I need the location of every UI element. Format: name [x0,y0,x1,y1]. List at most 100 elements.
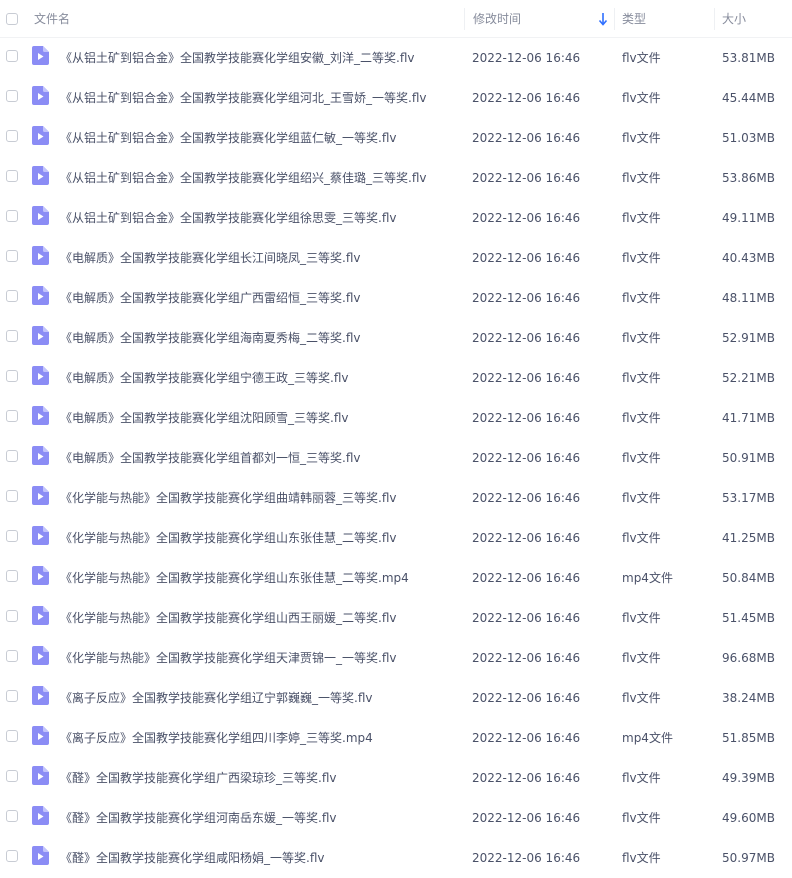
file-modified-time: 2022-12-06 16:46 [472,451,581,465]
file-name[interactable]: 《从铝土矿到铝合金》全国教学技能赛化学组安徽_刘洋_二等奖.flv [60,38,462,78]
file-size: 40.43MB [722,251,775,265]
file-row[interactable]: 《化学能与热能》全国教学技能赛化学组曲靖韩丽蓉_三等奖.flv 2022-12-0… [0,478,792,518]
video-file-icon [32,166,49,185]
file-row[interactable]: 《化学能与热能》全国教学技能赛化学组天津贾锦一_一等奖.flv 2022-12-0… [0,638,792,678]
video-file-icon [32,46,49,65]
file-name[interactable]: 《化学能与热能》全国教学技能赛化学组山东张佳慧_二等奖.flv [60,518,462,558]
column-header-type[interactable]: 类型 [614,0,714,37]
file-type: flv文件 [622,131,661,145]
file-name[interactable]: 《醛》全国教学技能赛化学组咸阳杨娟_一等奖.flv [60,838,462,878]
file-size: 51.03MB [722,131,775,145]
column-header-size[interactable]: 大小 [714,0,792,37]
row-checkbox[interactable] [6,330,18,342]
file-row[interactable]: 《醛》全国教学技能赛化学组广西梁琼珍_三等奖.flv 2022-12-06 16:… [0,758,792,798]
file-row[interactable]: 《从铝土矿到铝合金》全国教学技能赛化学组河北_王雪娇_一等奖.flv 2022-1… [0,78,792,118]
row-checkbox[interactable] [6,170,18,182]
file-row[interactable]: 《化学能与热能》全国教学技能赛化学组山西王丽媛_二等奖.flv 2022-12-0… [0,598,792,638]
file-name[interactable]: 《从铝土矿到铝合金》全国教学技能赛化学组河北_王雪娇_一等奖.flv [60,78,462,118]
file-row[interactable]: 《电解质》全国教学技能赛化学组首都刘一恒_三等奖.flv 2022-12-06 1… [0,438,792,478]
file-name[interactable]: 《电解质》全国教学技能赛化学组宁德王政_三等奖.flv [60,358,462,398]
row-checkbox[interactable] [6,130,18,142]
file-name[interactable]: 《电解质》全国教学技能赛化学组长江间晓凤_三等奖.flv [60,238,462,278]
video-file-icon [32,486,49,505]
file-name[interactable]: 《醛》全国教学技能赛化学组广西梁琼珍_三等奖.flv [60,758,462,798]
file-type: flv文件 [622,411,661,425]
file-name[interactable]: 《化学能与热能》全国教学技能赛化学组曲靖韩丽蓉_三等奖.flv [60,478,462,518]
video-file-icon [32,326,49,345]
file-modified-time: 2022-12-06 16:46 [472,371,581,385]
file-name[interactable]: 《化学能与热能》全国教学技能赛化学组天津贾锦一_一等奖.flv [60,638,462,678]
video-file-icon [32,366,49,385]
file-row[interactable]: 《离子反应》全国教学技能赛化学组辽宁郭巍巍_一等奖.flv 2022-12-06 … [0,678,792,718]
file-name[interactable]: 《电解质》全国教学技能赛化学组广西雷绍恒_三等奖.flv [60,278,462,318]
row-checkbox[interactable] [6,570,18,582]
column-header-modified-time[interactable]: 修改时间 [464,0,614,37]
file-name[interactable]: 《从铝土矿到铝合金》全国教学技能赛化学组绍兴_蔡佳璐_三等奖.flv [60,158,462,198]
file-row[interactable]: 《醛》全国教学技能赛化学组河南岳东媛_一等奖.flv 2022-12-06 16:… [0,798,792,838]
file-name[interactable]: 《电解质》全国教学技能赛化学组首都刘一恒_三等奖.flv [60,438,462,478]
row-checkbox[interactable] [6,250,18,262]
file-modified-time: 2022-12-06 16:46 [472,331,581,345]
file-size: 48.11MB [722,291,775,305]
file-modified-time: 2022-12-06 16:46 [472,731,581,745]
file-modified-time: 2022-12-06 16:46 [472,771,581,785]
file-name[interactable]: 《从铝土矿到铝合金》全国教学技能赛化学组蓝仁敏_一等奖.flv [60,118,462,158]
row-checkbox[interactable] [6,50,18,62]
row-checkbox[interactable] [6,450,18,462]
file-row[interactable]: 《电解质》全国教学技能赛化学组沈阳顾雪_三等奖.flv 2022-12-06 16… [0,398,792,438]
column-header-name[interactable]: 文件名 [26,0,464,37]
file-row[interactable]: 《从铝土矿到铝合金》全国教学技能赛化学组安徽_刘洋_二等奖.flv 2022-12… [0,38,792,78]
file-type: flv文件 [622,491,661,505]
row-checkbox[interactable] [6,90,18,102]
file-row[interactable]: 《化学能与热能》全国教学技能赛化学组山东张佳慧_二等奖.mp4 2022-12-0… [0,558,792,598]
file-name[interactable]: 《离子反应》全国教学技能赛化学组四川李婷_三等奖.mp4 [60,718,462,758]
video-file-icon [32,766,49,785]
file-row[interactable]: 《从铝土矿到铝合金》全国教学技能赛化学组绍兴_蔡佳璐_三等奖.flv 2022-1… [0,158,792,198]
file-name[interactable]: 《电解质》全国教学技能赛化学组沈阳顾雪_三等奖.flv [60,398,462,438]
file-name[interactable]: 《从铝土矿到铝合金》全国教学技能赛化学组徐思雯_三等奖.flv [60,198,462,238]
row-checkbox[interactable] [6,210,18,222]
row-checkbox[interactable] [6,770,18,782]
file-row[interactable]: 《从铝土矿到铝合金》全国教学技能赛化学组蓝仁敏_一等奖.flv 2022-12-0… [0,118,792,158]
row-checkbox[interactable] [6,610,18,622]
file-size: 52.91MB [722,331,775,345]
row-checkbox[interactable] [6,410,18,422]
file-modified-time: 2022-12-06 16:46 [472,91,581,105]
select-all-checkbox[interactable] [6,13,18,25]
file-row[interactable]: 《醛》全国教学技能赛化学组咸阳杨娟_一等奖.flv 2022-12-06 16:4… [0,838,792,878]
video-file-icon [32,246,49,265]
row-checkbox[interactable] [6,290,18,302]
file-row[interactable]: 《化学能与热能》全国教学技能赛化学组山东张佳慧_二等奖.flv 2022-12-0… [0,518,792,558]
file-row[interactable]: 《离子反应》全国教学技能赛化学组四川李婷_三等奖.mp4 2022-12-06 1… [0,718,792,758]
row-checkbox[interactable] [6,730,18,742]
file-size: 41.71MB [722,411,775,425]
file-name[interactable]: 《醛》全国教学技能赛化学组河南岳东媛_一等奖.flv [60,798,462,838]
file-row[interactable]: 《电解质》全国教学技能赛化学组广西雷绍恒_三等奖.flv 2022-12-06 1… [0,278,792,318]
file-row[interactable]: 《从铝土矿到铝合金》全国教学技能赛化学组徐思雯_三等奖.flv 2022-12-0… [0,198,792,238]
file-name[interactable]: 《化学能与热能》全国教学技能赛化学组山东张佳慧_二等奖.mp4 [60,558,462,598]
file-size: 52.21MB [722,371,775,385]
file-modified-time: 2022-12-06 16:46 [472,251,581,265]
row-checkbox[interactable] [6,850,18,862]
file-row[interactable]: 《电解质》全国教学技能赛化学组海南夏秀梅_二等奖.flv 2022-12-06 1… [0,318,792,358]
file-row[interactable]: 《电解质》全国教学技能赛化学组长江间晓凤_三等奖.flv 2022-12-06 1… [0,238,792,278]
file-rows: 《从铝土矿到铝合金》全国教学技能赛化学组安徽_刘洋_二等奖.flv 2022-12… [0,38,792,878]
row-checkbox[interactable] [6,490,18,502]
video-file-icon [32,846,49,865]
file-type: flv文件 [622,451,661,465]
row-checkbox[interactable] [6,690,18,702]
file-modified-time: 2022-12-06 16:46 [472,691,581,705]
file-type: flv文件 [622,851,661,865]
row-checkbox[interactable] [6,370,18,382]
row-checkbox[interactable] [6,530,18,542]
file-modified-time: 2022-12-06 16:46 [472,651,581,665]
video-file-icon [32,206,49,225]
file-name[interactable]: 《电解质》全国教学技能赛化学组海南夏秀梅_二等奖.flv [60,318,462,358]
row-checkbox[interactable] [6,810,18,822]
arrow-down-icon[interactable] [598,12,608,26]
file-name[interactable]: 《化学能与热能》全国教学技能赛化学组山西王丽媛_二等奖.flv [60,598,462,638]
row-checkbox[interactable] [6,650,18,662]
file-name[interactable]: 《离子反应》全国教学技能赛化学组辽宁郭巍巍_一等奖.flv [60,678,462,718]
file-row[interactable]: 《电解质》全国教学技能赛化学组宁德王政_三等奖.flv 2022-12-06 16… [0,358,792,398]
file-type: flv文件 [622,811,661,825]
